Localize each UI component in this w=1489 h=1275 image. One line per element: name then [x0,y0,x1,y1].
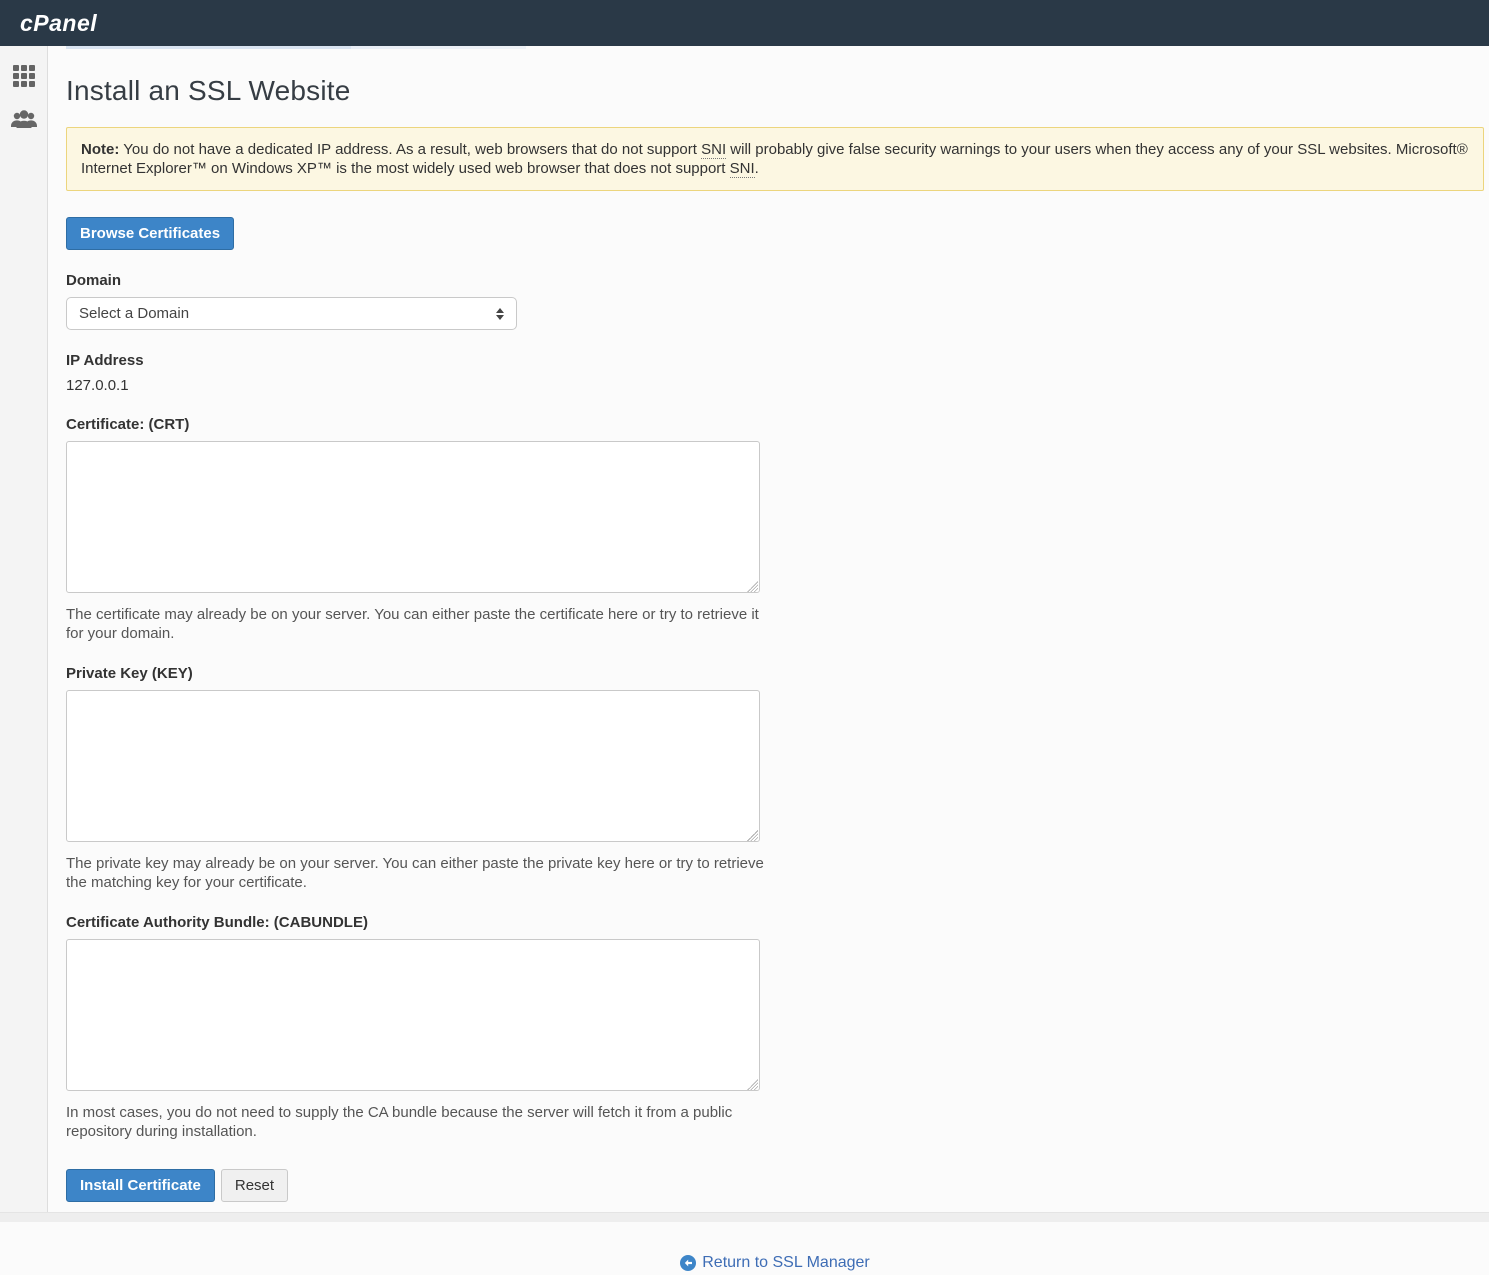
footer-link-row: Return to SSL Manager [66,1254,1484,1275]
sni-abbr: SNI [730,160,755,178]
private-key-field-wrap [66,690,760,846]
page-title: Install an SSL Website [66,75,1484,107]
users-icon [9,107,39,137]
bottom-footer-band [0,1212,1489,1222]
form-actions: Install Certificate Reset [66,1169,1484,1202]
cpanel-logo: cPanel [20,10,97,37]
reset-button[interactable]: Reset [221,1169,288,1202]
domain-select-value: Select a Domain [79,305,189,322]
cabundle-field-wrap [66,939,760,1095]
note-text-3: . [755,160,759,177]
select-arrows-icon [496,308,504,320]
ip-address-value: 127.0.0.1 [66,377,1484,394]
back-arrow-circle-icon [680,1255,696,1271]
return-link-label: Return to SSL Manager [702,1254,870,1272]
cabundle-help: In most cases, you do not need to supply… [66,1103,766,1141]
private-key-textarea[interactable] [66,690,760,842]
note-text-1: You do not have a dedicated IP address. … [119,141,701,158]
certificate-crt-label: Certificate: (CRT) [66,416,1484,433]
sidebar-item-apps[interactable] [8,60,40,92]
domain-select[interactable]: Select a Domain [66,297,517,330]
content-area: Install an SSL Website Note: You do not … [48,46,1489,1212]
note-label: Note: [81,141,119,158]
apps-grid-icon [13,65,35,87]
tab-strip-artifact [66,46,526,49]
sni-abbr: SNI [701,141,726,159]
ip-address-label: IP Address [66,352,1484,369]
private-key-label: Private Key (KEY) [66,665,1484,682]
domain-label: Domain [66,272,1484,289]
sni-warning-note: Note: You do not have a dedicated IP add… [66,127,1484,191]
certificate-crt-field-wrap [66,441,760,597]
sidebar-item-users[interactable] [8,106,40,138]
cabundle-textarea[interactable] [66,939,760,1091]
top-navbar: cPanel [0,0,1489,46]
install-certificate-button[interactable]: Install Certificate [66,1169,215,1202]
cabundle-label: Certificate Authority Bundle: (CABUNDLE) [66,914,1484,931]
certificate-crt-help: The certificate may already be on your s… [66,605,766,643]
certificate-crt-textarea[interactable] [66,441,760,593]
private-key-help: The private key may already be on your s… [66,854,766,892]
return-to-ssl-manager-link[interactable]: Return to SSL Manager [680,1254,870,1272]
left-sidebar [0,46,48,1212]
browse-certificates-button[interactable]: Browse Certificates [66,217,234,250]
